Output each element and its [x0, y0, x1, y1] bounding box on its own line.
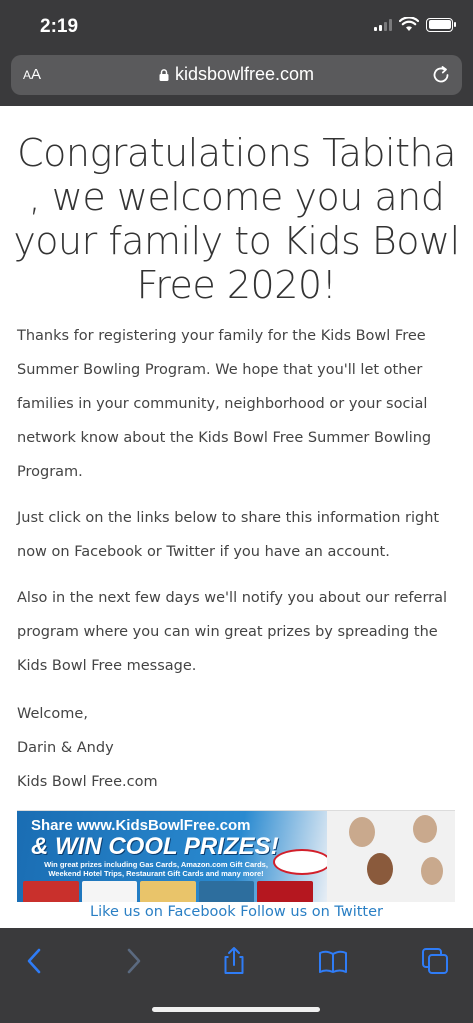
banner-share-line: Share www.KidsBowlFree.com	[31, 817, 251, 834]
share-paragraph: Just click on the links below to share t…	[17, 510, 440, 560]
facebook-link[interactable]: Like us on Facebook	[90, 904, 236, 920]
wifi-icon	[399, 17, 419, 31]
battery-icon	[426, 17, 456, 32]
share-icon[interactable]	[219, 946, 249, 976]
cellular-signal-icon	[374, 18, 392, 31]
kids-bowl-free-logo	[273, 849, 331, 875]
signature-site: Kids Bowl Free.com	[17, 774, 158, 790]
intro-paragraph: Thanks for registering your family for t…	[17, 328, 432, 480]
prizes-banner[interactable]: Share www.KidsBowlFree.com & WIN COOL PR…	[17, 810, 455, 902]
banner-win-line: & WIN COOL PRIZES!	[31, 833, 279, 860]
web-page-content: Congratulations Tabitha , we welcome you…	[0, 106, 473, 928]
browser-top-bar: 2:19 AA kidsbowlfree.com	[0, 0, 473, 106]
url-text: kidsbowlfree.com	[174, 64, 315, 84]
twitter-link[interactable]: Follow us on Twitter	[240, 904, 383, 920]
banner-prizes-text: Win great prizes including Gas Cards, Am…	[44, 860, 268, 878]
people-photos	[327, 811, 455, 902]
reload-icon[interactable]	[430, 64, 452, 86]
page-headline: Congratulations Tabitha , we welcome you…	[13, 131, 460, 307]
tabs-icon[interactable]	[420, 946, 450, 976]
status-time: 2:19	[40, 16, 79, 37]
signature-welcome: Welcome,	[17, 706, 88, 722]
gift-cards-image	[23, 881, 313, 902]
social-links: Like us on Facebook Follow us on Twitter	[0, 904, 473, 920]
forward-icon[interactable]	[118, 946, 148, 976]
url-display[interactable]: kidsbowlfree.com	[11, 64, 462, 85]
referral-paragraph: Also in the next few days we'll notify y…	[17, 590, 448, 674]
address-bar[interactable]: AA kidsbowlfree.com	[11, 55, 462, 95]
back-icon[interactable]	[20, 946, 50, 976]
home-indicator[interactable]	[152, 1007, 320, 1012]
signature-names: Darin & Andy	[17, 740, 114, 756]
bookmarks-icon[interactable]	[318, 946, 348, 976]
lock-icon	[159, 69, 169, 81]
status-icons	[374, 17, 456, 32]
